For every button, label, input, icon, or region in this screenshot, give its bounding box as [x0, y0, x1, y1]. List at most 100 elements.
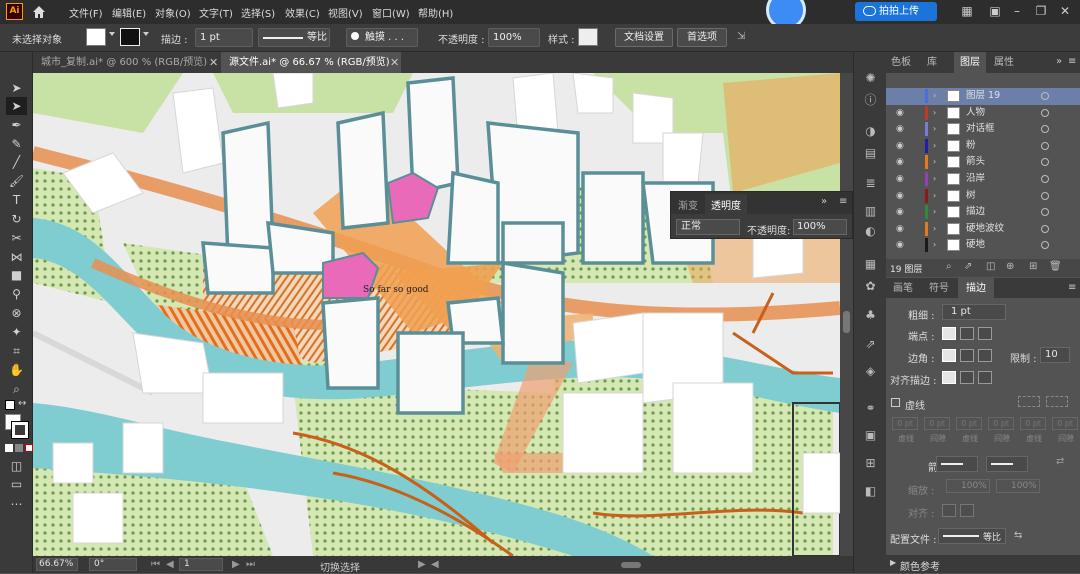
delete-layer-icon[interactable]: 🗑 — [1049, 261, 1062, 272]
panel-menu-icon[interactable]: ≡ — [1068, 282, 1076, 293]
paintbrush-tool-icon[interactable]: 🖌 — [6, 172, 27, 190]
symbols-icon[interactable]: ♣ — [863, 308, 878, 323]
export-layer-icon[interactable]: ⇗ — [964, 261, 972, 272]
align-outside-icon[interactable] — [978, 371, 992, 384]
type-tool-icon[interactable]: T — [6, 191, 27, 209]
tab-gradient[interactable]: 渐变 — [678, 197, 698, 212]
dash-gap-input[interactable]: 0 pt — [1020, 417, 1046, 430]
target-icon[interactable] — [1041, 141, 1049, 150]
brush-select[interactable]: 触摸 . . . — [346, 28, 418, 47]
expand-arrow-icon[interactable]: › — [933, 121, 936, 137]
blend-tool-icon[interactable]: ⊗ — [6, 304, 27, 322]
dash-align-icon[interactable] — [1046, 396, 1068, 407]
profile-select[interactable]: 等比 — [938, 528, 1006, 544]
dash-gap-input[interactable]: 0 pt — [988, 417, 1014, 430]
menu-select[interactable]: 选择(S) — [241, 5, 275, 20]
workspace-icon[interactable]: ▣ — [988, 4, 1002, 18]
status-arrow-icon[interactable]: ▶ — [418, 559, 426, 570]
more-tools-icon[interactable]: ⋯ — [6, 495, 27, 513]
none-mode-icon[interactable] — [25, 444, 33, 452]
stroke-profile-select[interactable]: 等比 — [258, 28, 330, 47]
align-inside-icon[interactable] — [960, 371, 974, 384]
scroll-thumb[interactable] — [843, 311, 850, 333]
collapse-arrow-icon[interactable]: ▶ — [890, 558, 896, 567]
end-scale-input[interactable]: 100% — [996, 479, 1040, 493]
expand-arrow-icon[interactable]: › — [933, 88, 936, 104]
arrow-inside-icon[interactable] — [960, 504, 974, 517]
start-scale-input[interactable]: 100% — [946, 479, 990, 493]
target-icon[interactable] — [1041, 191, 1049, 200]
eye-icon[interactable]: ◉ — [896, 221, 904, 237]
eye-icon[interactable]: ◉ — [896, 138, 904, 154]
target-icon[interactable] — [1041, 158, 1049, 167]
chevron-down-icon[interactable] — [109, 32, 115, 36]
limit-input[interactable]: 10 — [1040, 347, 1070, 363]
restore-icon[interactable]: ❐ — [1034, 4, 1048, 18]
gradient-tool-icon[interactable]: ■ — [6, 266, 27, 284]
color-mode-icon[interactable] — [5, 444, 13, 452]
pen-tool-icon[interactable]: ✒ — [6, 116, 27, 134]
target-icon[interactable] — [1041, 108, 1049, 117]
expand-arrow-icon[interactable]: › — [933, 171, 936, 187]
align-icon[interactable]: ⊞ — [863, 456, 878, 471]
close-icon[interactable]: ✕ — [209, 56, 218, 69]
expand-arrow-icon[interactable]: › — [933, 138, 936, 154]
expand-arrow-icon[interactable]: › — [933, 154, 936, 170]
expand-arrow-icon[interactable]: › — [933, 188, 936, 204]
artboard-canvas[interactable]: So far so good — [33, 73, 840, 556]
color-icon[interactable]: ◑ — [863, 124, 878, 139]
draw-mode-icon[interactable]: ◫ — [6, 457, 27, 475]
eyedropper-tool-icon[interactable]: ⚲ — [6, 285, 27, 303]
artboard-tool-icon[interactable]: ⌗ — [6, 342, 27, 360]
round-cap-icon[interactable] — [960, 327, 974, 340]
screen-mode-icon[interactable]: ▭ — [6, 475, 27, 493]
eye-icon[interactable]: ◉ — [896, 154, 904, 170]
new-layer-icon[interactable]: ⊞ — [1029, 261, 1037, 272]
arrange-docs-icon[interactable]: ⇲ — [737, 31, 745, 42]
tab-properties[interactable]: 属性 — [988, 52, 1020, 73]
links-icon[interactable]: ⚭ — [863, 401, 878, 416]
dash-gap-input[interactable]: 0 pt — [892, 417, 918, 430]
hand-tool-icon[interactable]: ✋ — [6, 361, 27, 379]
start-arrow-select[interactable] — [936, 456, 978, 472]
dash-gap-input[interactable]: 0 pt — [1052, 417, 1078, 430]
new-sublayer-icon[interactable]: ⊕ — [1006, 261, 1014, 272]
menu-help[interactable]: 帮助(H) — [418, 5, 453, 20]
pathfinder-icon[interactable]: ◧ — [863, 484, 878, 499]
first-page-icon[interactable]: ⏮ — [151, 559, 160, 570]
prev-page-icon[interactable]: ◀ — [166, 559, 174, 570]
dash-preserve-icon[interactable] — [1018, 396, 1040, 407]
expand-arrow-icon[interactable]: › — [933, 105, 936, 121]
expand-arrow-icon[interactable]: › — [933, 237, 936, 253]
round-join-icon[interactable] — [960, 349, 974, 362]
rotate-tool-icon[interactable]: ↻ — [6, 210, 27, 228]
dashed-checkbox[interactable] — [891, 398, 900, 407]
layers-icon[interactable]: ◈ — [863, 364, 878, 379]
opacity-input[interactable]: 100% — [488, 28, 540, 47]
weight-input[interactable]: 1 pt — [942, 304, 1006, 320]
style-swatch[interactable] — [578, 28, 598, 46]
tab-transparency[interactable]: 透明度 — [705, 194, 747, 214]
last-page-icon[interactable]: ⏭ — [246, 559, 255, 570]
dash-gap-input[interactable]: 0 pt — [956, 417, 982, 430]
layer-row[interactable]: ◉ › 粉 — [886, 138, 1080, 155]
info-icon[interactable]: ⓘ — [863, 93, 878, 108]
next-page-icon[interactable]: ▶ — [232, 559, 240, 570]
target-icon[interactable] — [1041, 125, 1049, 134]
opacity-input[interactable]: 100% — [793, 219, 847, 235]
vertical-scrollbar[interactable] — [840, 73, 853, 556]
chevron-down-icon[interactable] — [143, 32, 149, 36]
blend-mode-select[interactable]: 正常 — [676, 219, 740, 235]
arrange-icon[interactable]: ▦ — [960, 4, 974, 18]
gradient-icon[interactable]: ▥ — [863, 204, 878, 219]
target-icon[interactable] — [1041, 208, 1049, 217]
eye-icon[interactable]: ◉ — [896, 105, 904, 121]
target-icon[interactable] — [1041, 175, 1049, 183]
tab-brushes[interactable]: 画笔 — [886, 278, 920, 298]
fill-swatch[interactable] — [86, 28, 106, 46]
menu-window[interactable]: 窗口(W) — [372, 5, 410, 20]
target-icon[interactable] — [1041, 241, 1049, 250]
target-icon[interactable] — [1041, 92, 1049, 100]
menu-edit[interactable]: 编辑(E) — [112, 5, 146, 20]
artboards-icon[interactable]: ▣ — [863, 428, 878, 443]
